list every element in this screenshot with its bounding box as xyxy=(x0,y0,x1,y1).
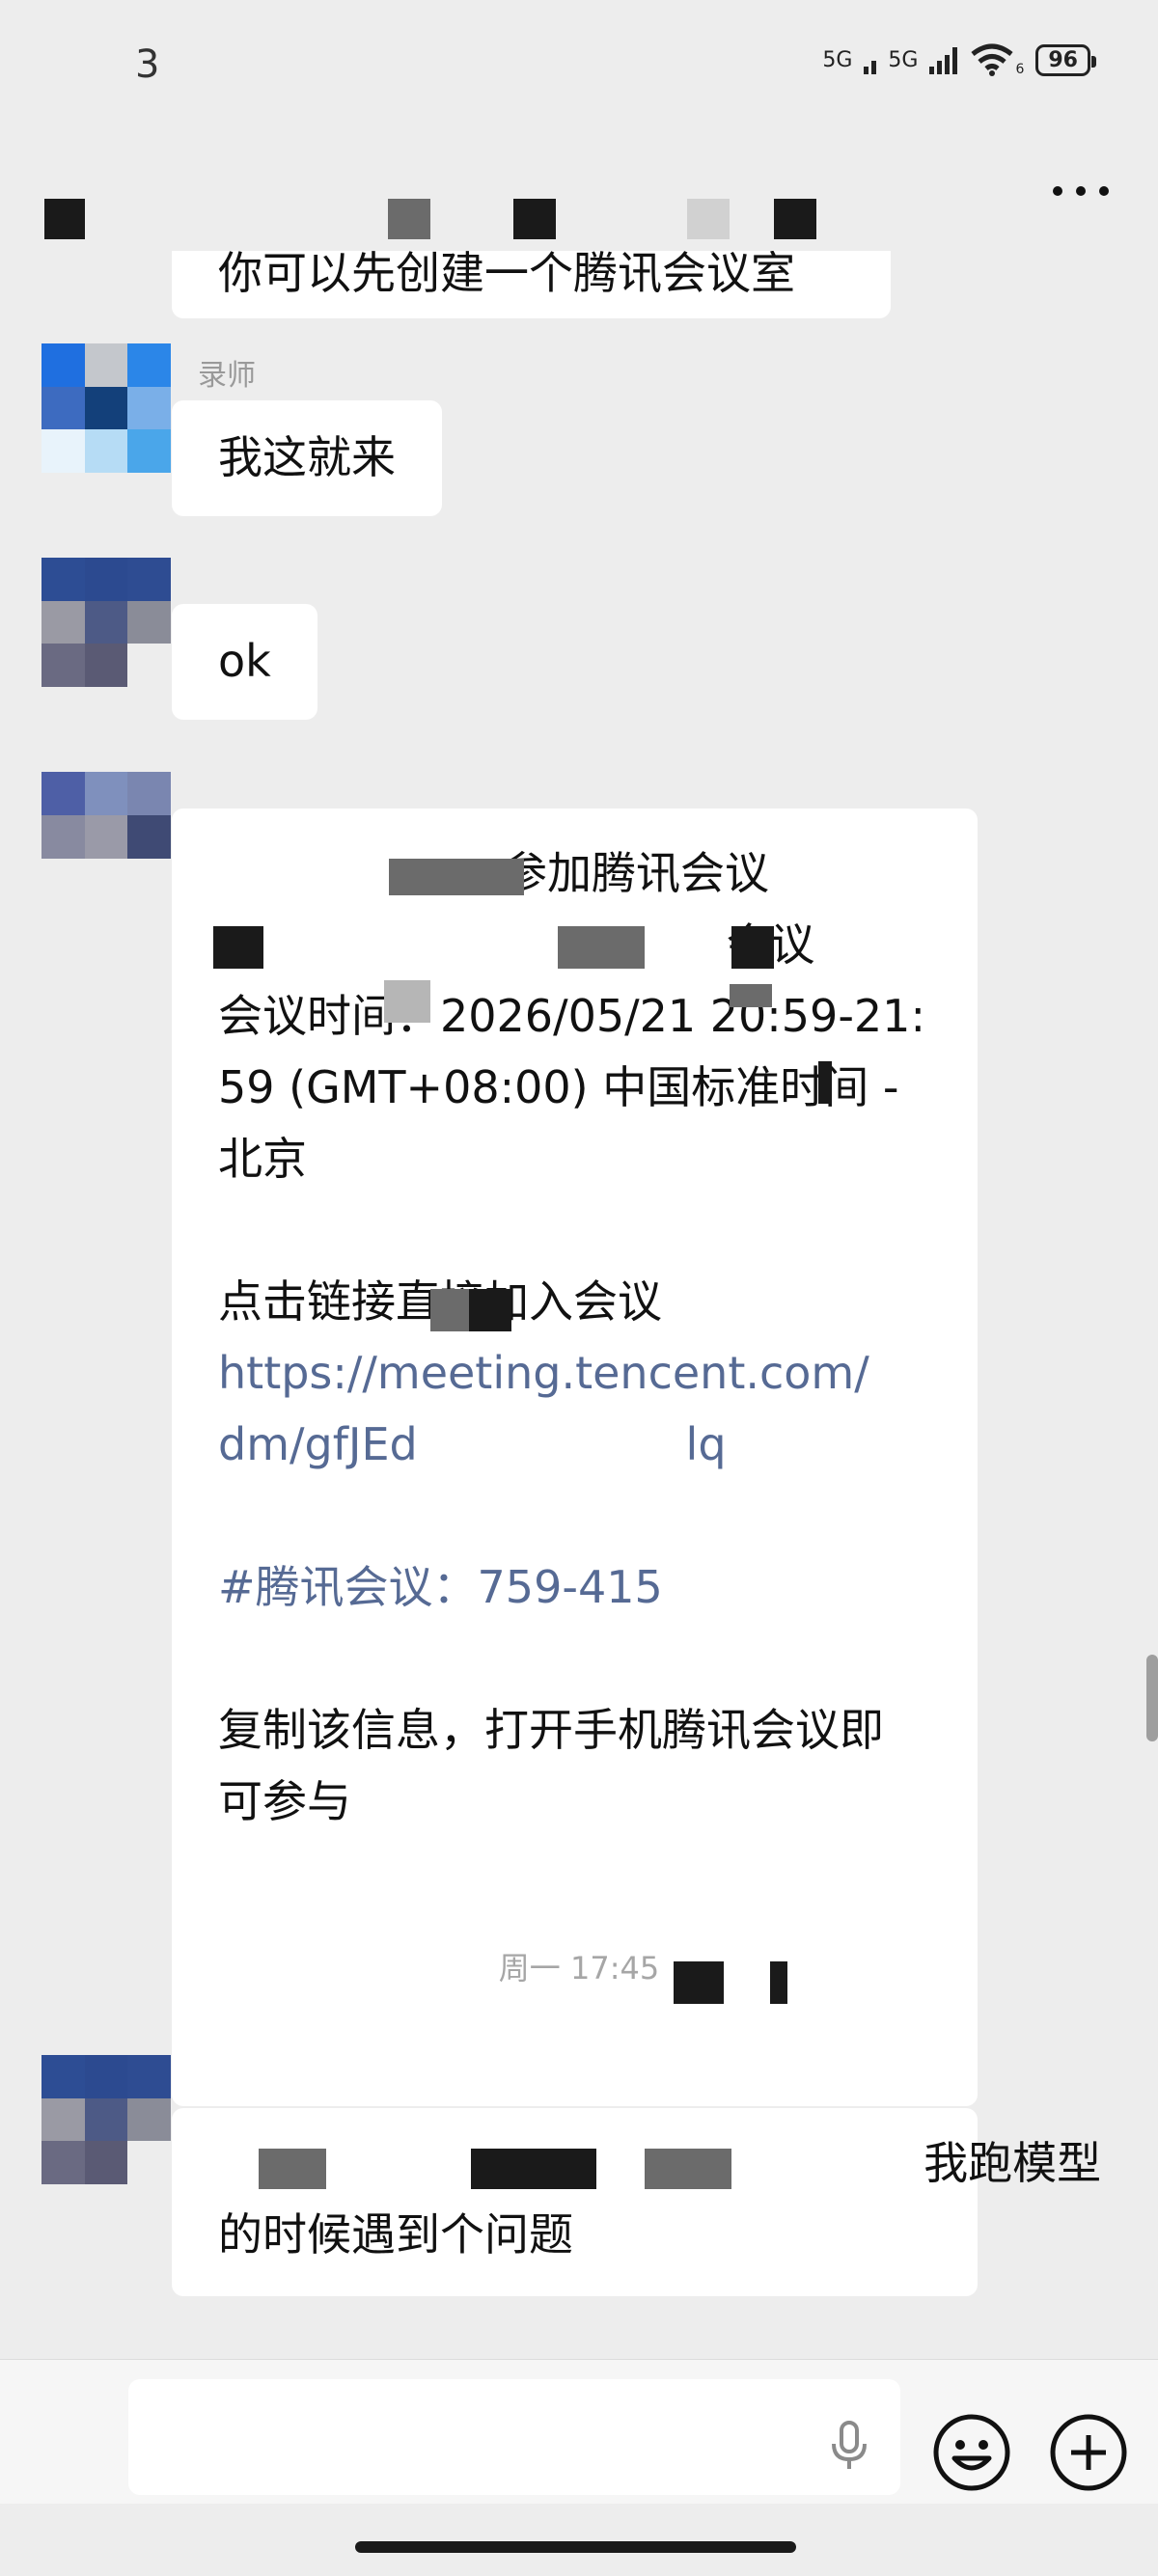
message-input[interactable] xyxy=(128,2379,900,2495)
chat-message-list[interactable]: 你可以先创建一个腾讯会议室 录师 我这就来 ok 参加腾讯会议 会议 会议时间：… xyxy=(0,251,1158,2359)
chat-title-redacted xyxy=(39,164,830,239)
redaction-block xyxy=(731,926,774,969)
voice-button[interactable] xyxy=(820,2417,878,2475)
redaction-block xyxy=(513,199,556,239)
scrollbar-thumb[interactable] xyxy=(1146,1655,1158,1741)
microphone-icon xyxy=(832,2421,867,2469)
avatar[interactable] xyxy=(41,343,171,473)
message-bubble[interactable]: ok xyxy=(172,604,317,720)
redaction-block xyxy=(645,2149,731,2189)
redaction-block xyxy=(687,199,730,239)
redaction-block xyxy=(730,984,772,1007)
redaction-block xyxy=(44,199,85,239)
card-line: 可参与 xyxy=(218,1775,351,1827)
signal-icon xyxy=(864,45,877,74)
wifi-icon xyxy=(971,43,1014,76)
timestamp: 周一 17:45 xyxy=(498,1950,660,1987)
message-bubble[interactable]: 你可以先创建一个腾讯会议室 xyxy=(172,251,891,318)
status-bar: 3 5G 5G 6 96 xyxy=(0,0,1158,135)
redaction-block xyxy=(213,926,263,969)
redaction-block xyxy=(818,1061,832,1104)
meeting-link[interactable]: dm/gfJEd lq xyxy=(218,1409,931,1480)
message-bubble[interactable]: 我跑模型 的时候遇到个问题 xyxy=(172,2108,1101,2296)
redaction-block xyxy=(259,2149,326,2189)
redaction-block xyxy=(558,926,645,969)
status-icons: 5G 5G 6 96 xyxy=(822,42,1096,77)
wifi-sub-label: 6 xyxy=(1015,62,1025,77)
message-text: 的时候遇到个问题 xyxy=(218,2208,573,2261)
message-text: 你可以先创建一个腾讯会议室 xyxy=(218,251,795,299)
emoji-button[interactable] xyxy=(931,2412,1012,2493)
chat-header xyxy=(0,135,1158,251)
redaction-block xyxy=(389,859,524,895)
card-line: 北京 xyxy=(218,1133,307,1185)
message-text: 我这就来 xyxy=(218,431,396,483)
redaction-block xyxy=(471,2149,596,2189)
avatar[interactable] xyxy=(41,558,171,687)
meeting-card[interactable]: 参加腾讯会议 会议 会议时间：2026/05/21 20:59-21: 59 (… xyxy=(172,808,978,2106)
sender-name: 录师 xyxy=(198,359,256,393)
meeting-id-link[interactable]: #腾讯会议：759-415 xyxy=(218,1551,931,1623)
battery-indicator: 96 xyxy=(1035,43,1096,76)
meeting-link[interactable]: https://meeting.tencent.com/ xyxy=(218,1337,931,1409)
network-label-1: 5G xyxy=(822,47,853,72)
card-line: 复制该信息，打开手机腾讯会议即 xyxy=(218,1704,884,1756)
avatar[interactable] xyxy=(41,2055,171,2184)
redaction-block xyxy=(384,980,430,1023)
more-functions-button[interactable] xyxy=(1048,2412,1129,2493)
avatar[interactable] xyxy=(41,772,171,859)
redaction-block xyxy=(388,199,430,239)
card-line: 点击链接直接加入会议 xyxy=(218,1266,931,1337)
message-text: ok xyxy=(218,635,271,687)
redaction-block xyxy=(469,1289,511,1331)
network-label-2: 5G xyxy=(888,47,919,72)
redaction-block xyxy=(774,199,816,239)
home-indicator[interactable] xyxy=(355,2541,796,2553)
message-bubble[interactable]: 我这就来 xyxy=(172,400,442,516)
signal-icon xyxy=(929,45,958,74)
card-line: 参加腾讯会议 xyxy=(503,847,769,899)
card-line: 会议时间：2026/05/21 20:59-21: xyxy=(218,990,925,1042)
emoji-icon xyxy=(933,2414,1010,2491)
plus-icon xyxy=(1050,2414,1127,2491)
status-time: 3 xyxy=(135,42,160,87)
more-button[interactable] xyxy=(1042,174,1119,212)
more-dots-icon xyxy=(1053,186,1109,196)
